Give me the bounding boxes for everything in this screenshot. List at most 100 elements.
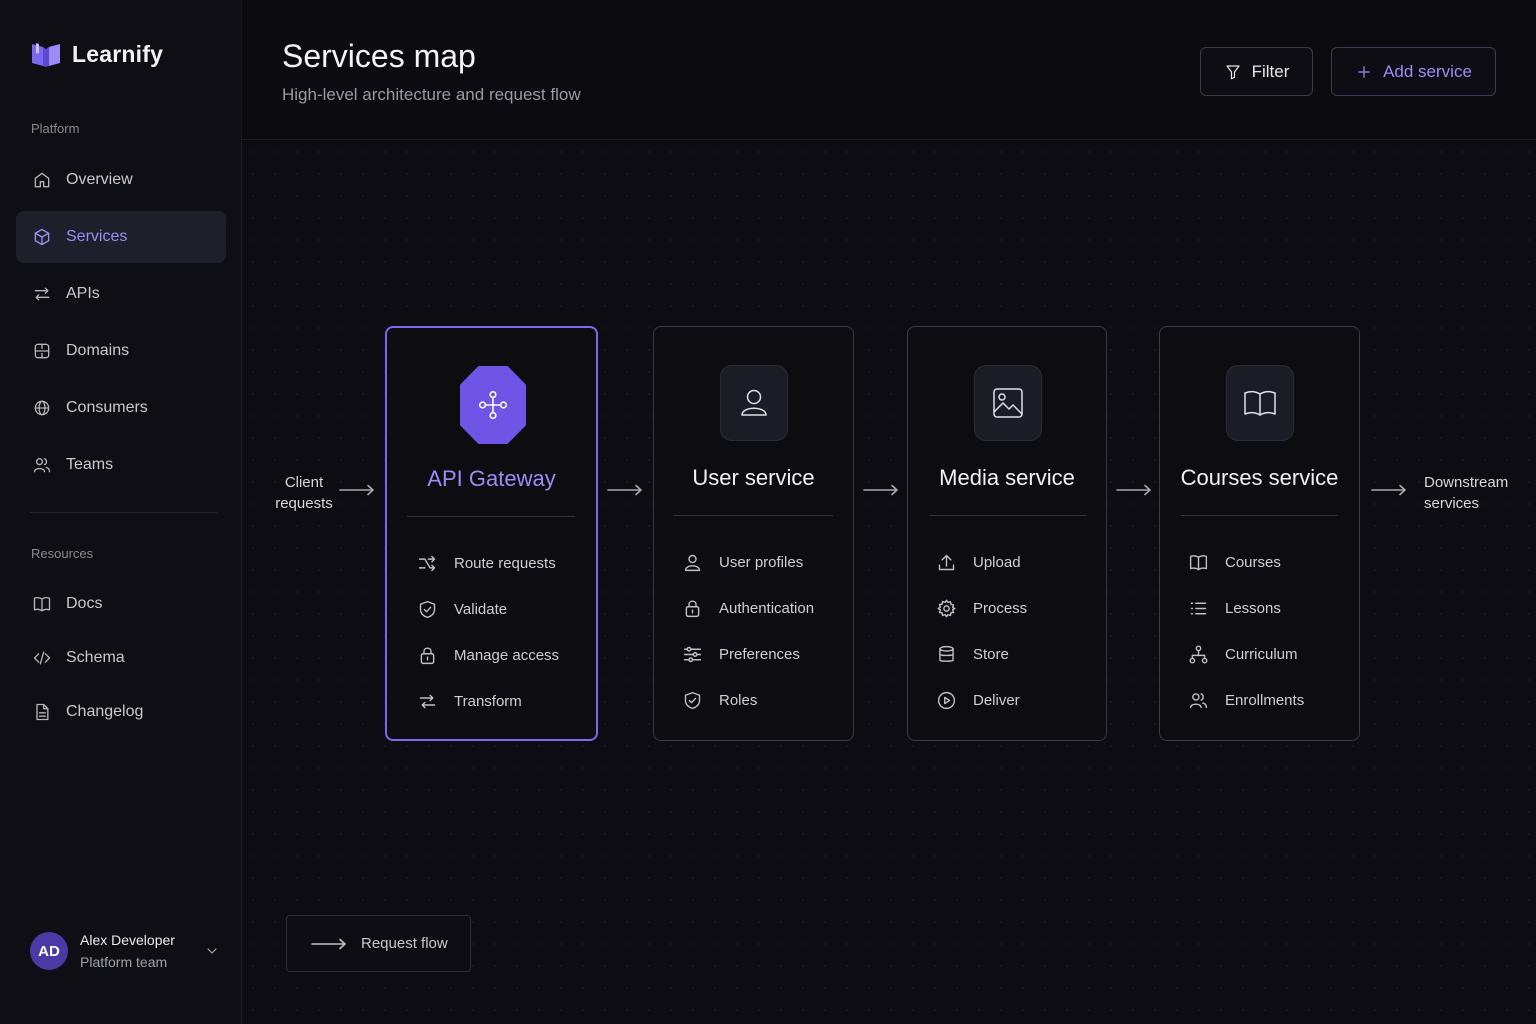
sidebar-item-docs[interactable]: Docs [16,579,226,629]
feature-list: User profiles Authentication Preferences… [682,539,814,723]
arrow-right-icon [1371,484,1406,496]
filter-button-label: Filter [1251,61,1290,81]
brand-name: Learnify [72,40,164,67]
upload-icon [938,554,955,570]
feature-list: Courses Lessons Curriculum Enrollments [1188,539,1304,723]
service-card-courses-service[interactable]: Courses service Courses Lessons Curricul… [1159,326,1360,741]
list-item: Route requests [417,540,559,586]
users-icon [1189,692,1208,708]
feature-label: Store [973,645,1009,663]
list-item: Validate [417,586,559,632]
user-icon [720,365,788,441]
card-divider [930,515,1086,516]
list-item: Curriculum [1188,631,1304,677]
list-item: Roles [682,677,814,723]
resources-section-label: Resources [31,546,94,561]
sidebar-item-schema[interactable]: Schema [16,633,226,683]
feature-label: Manage access [454,646,560,664]
service-name: Courses service [1180,465,1339,490]
brand[interactable]: Learnify [30,40,163,68]
service-name: API Gateway [427,466,556,491]
sidebar-divider [30,512,217,513]
service-name: User service [692,465,815,490]
domain-icon [34,343,50,359]
arrow-right-icon [339,484,374,496]
sidebar-item-domains[interactable]: Domains [16,325,226,377]
service-card-media-service[interactable]: Media service Upload Process Store Deliv… [907,326,1107,741]
list-item: Manage access [417,632,559,678]
cube-icon [34,228,50,246]
page-subtitle: High-level architecture and request flow [282,85,581,104]
arrow-right-icon [863,484,898,496]
list-item: Store [936,631,1027,677]
hierarchy-icon [1189,644,1208,664]
downstream-services-label: Downstream services [1424,474,1509,512]
list-item: Upload [936,539,1027,585]
filter-button[interactable]: Filter [1200,47,1313,96]
flow-arrow-3 [1116,484,1152,496]
sidebar-item-services[interactable]: Services [16,211,226,263]
list-item: Courses [1188,539,1304,585]
database-icon [939,645,954,662]
legend-label: Request flow [361,935,448,952]
feature-label: Validate [454,600,508,618]
arrow-right-icon [607,484,642,496]
sidebar-item-label: APIs [66,285,100,302]
flow-arrow-2 [863,484,899,496]
chevron-down-icon[interactable] [204,943,220,959]
page-title: Services map [282,38,476,74]
sidebar-item-changelog[interactable]: Changelog [16,687,226,737]
user-profile-icon [684,554,701,571]
user-team: Platform team [80,954,168,970]
sidebar-item-label: Teams [66,456,114,473]
list-icon [1190,602,1207,614]
list-item: User profiles [682,539,814,585]
shield-check-icon [684,691,701,709]
sliders-icon [683,646,702,662]
home-icon [34,172,50,188]
add-service-button-label: Add service [1383,61,1472,81]
file-icon [36,703,49,721]
sidebar-item-consumers[interactable]: Consumers [16,382,226,434]
feature-label: Process [973,599,1028,617]
platform-section-label: Platform [31,121,80,136]
book-logo-icon [30,40,62,68]
flow-legend: Request flow [286,915,471,972]
feature-label: Courses [1225,553,1281,571]
list-item: Transform [417,678,559,724]
flow-arrow-1 [607,484,643,496]
gateway-icon [460,366,526,444]
sidebar-item-label: Schema [66,649,125,666]
service-card-user-service[interactable]: User service User profiles Authenticatio… [653,326,854,741]
sidebar: Learnify Platform Overview Services APIs… [0,0,242,1024]
service-card-api-gateway[interactable]: API Gateway Route requests Validate Mana… [385,326,598,741]
feature-list: Upload Process Store Deliver [936,539,1027,723]
lock-icon [420,646,435,664]
user-menu[interactable]: AD Alex Developer Platform team [30,928,220,974]
sidebar-item-teams[interactable]: Teams [16,439,226,491]
feature-label: Curriculum [1225,645,1298,663]
list-item: Enrollments [1188,677,1304,723]
feature-label: Deliver [973,691,1020,709]
feature-label: Roles [719,691,758,709]
platform-nav: Overview Services APIs Domains Consumers… [16,154,226,496]
code-icon [33,651,51,665]
book-icon [33,596,51,612]
arrow-right-icon [311,938,346,949]
arrow-right-icon [1116,484,1151,496]
sidebar-item-label: Services [66,228,128,245]
gear-icon [937,598,956,618]
sidebar-item-apis[interactable]: APIs [16,268,226,320]
user-name: Alex Developer [80,932,175,948]
sidebar-item-overview[interactable]: Overview [16,154,226,206]
card-divider [674,515,833,516]
list-item: Process [936,585,1027,631]
add-service-button[interactable]: Add service [1331,47,1496,96]
list-item: Lessons [1188,585,1304,631]
shield-check-icon [419,600,436,618]
book-icon [1189,554,1208,570]
list-item: Deliver [936,677,1027,723]
feature-label: Lessons [1225,599,1281,617]
feature-label: Transform [454,692,522,710]
feature-label: Authentication [719,599,815,617]
